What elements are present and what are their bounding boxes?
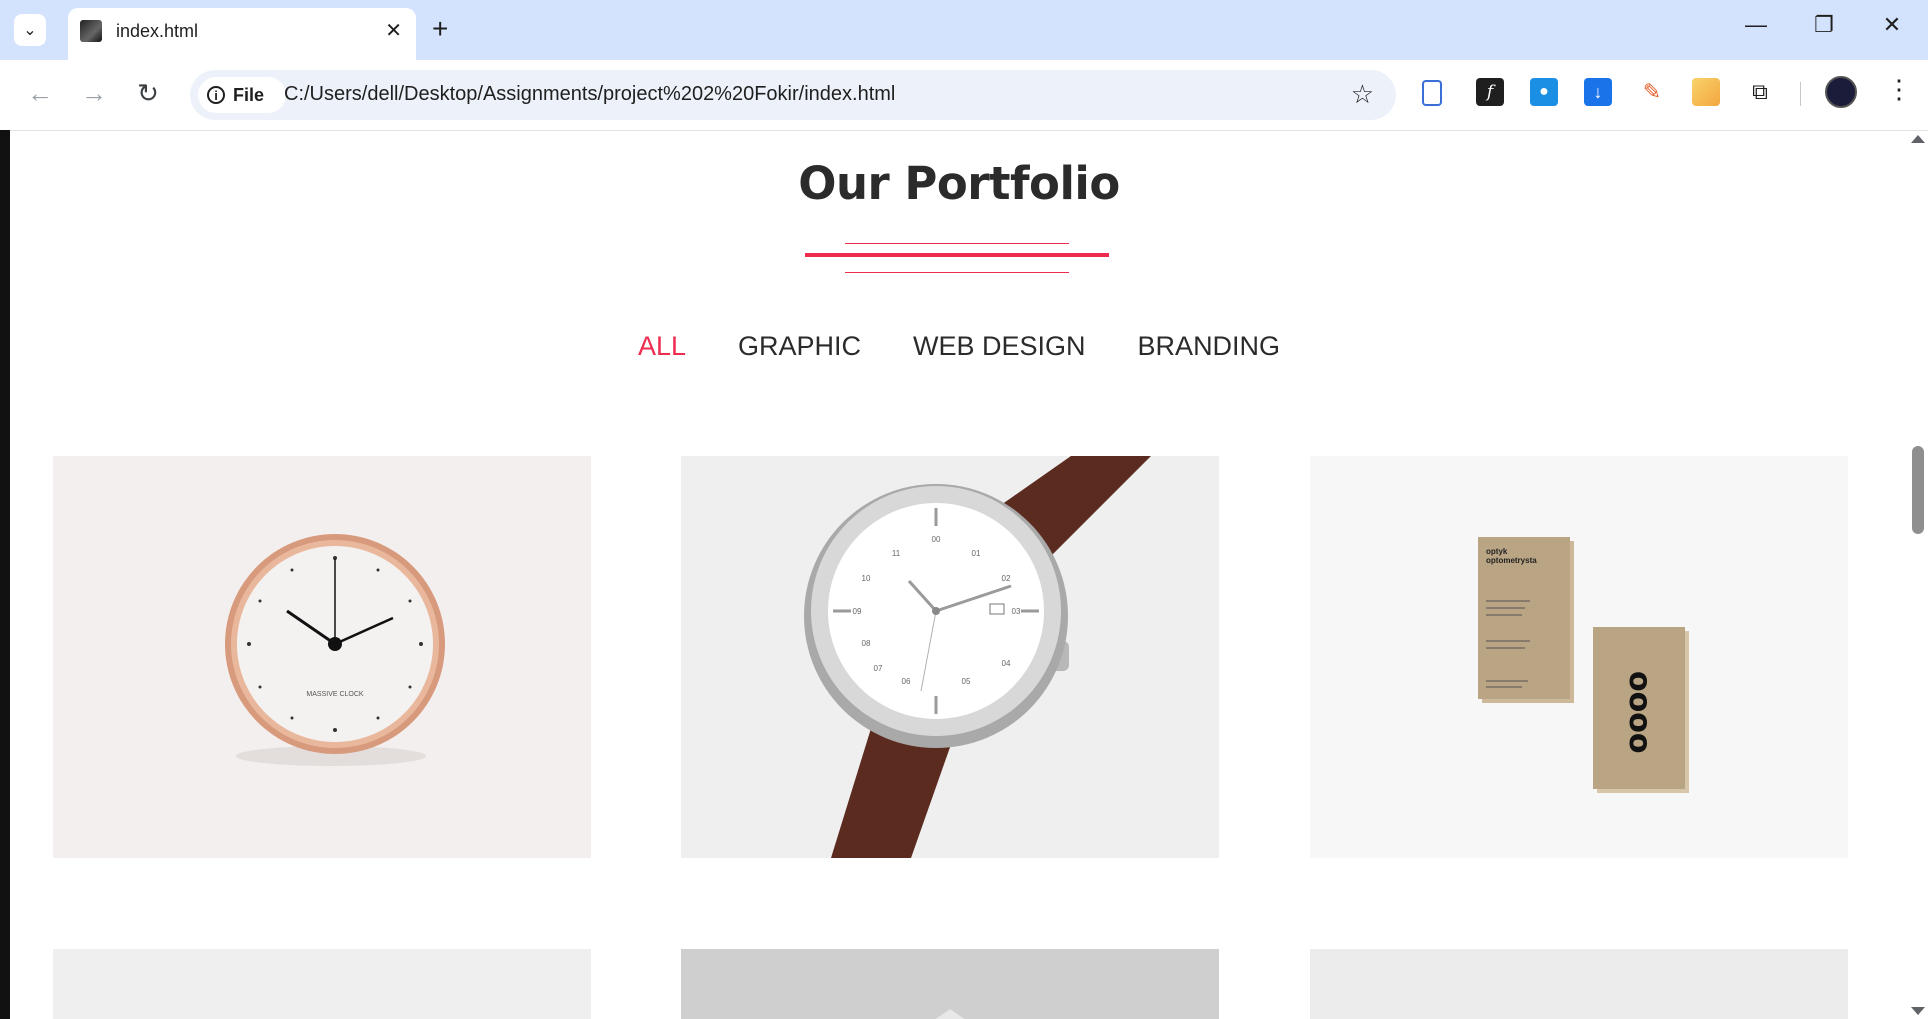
window-edge [0,130,10,1019]
portfolio-item[interactable]: 11 00 01 10 02 09 03 08 04 07 06 05 [681,456,1219,858]
extension-font-icon[interactable]: f [1476,78,1504,106]
extension-highlighter-icon[interactable] [1692,78,1720,106]
watch-number: 07 [874,664,883,673]
filter-branding[interactable]: BRANDING [1138,331,1281,362]
browser-tab-strip: ⌄ index.html ✕ + — ❐ ✕ [0,0,1928,60]
tab-search-chevron-icon[interactable]: ⌄ [14,14,46,46]
tab-title: index.html [116,21,199,41]
scroll-up-arrow-icon[interactable] [1911,135,1925,143]
minimize-icon[interactable]: — [1736,12,1776,38]
portfolio-image [935,1009,965,1019]
title-divider-bottom [845,272,1069,273]
portfolio-item[interactable] [681,949,1219,1019]
portfolio-item[interactable]: MASSIVE CLOCK [53,456,591,858]
filter-graphic[interactable]: GRAPHIC [738,331,861,362]
bookmark-star-icon[interactable]: ☆ [1351,79,1374,110]
watch-number: 03 [1012,607,1021,616]
close-tab-icon[interactable]: ✕ [385,18,402,43]
page-viewport: Our Portfolio ALL GRAPHIC WEB DESIGN BRA… [10,131,1908,1019]
extension-drop-icon[interactable]: ● [1530,78,1558,106]
section-title: Our Portfolio [798,157,1120,210]
card-logo: oooo [1622,671,1657,753]
watch-number: 08 [862,639,871,648]
address-bar[interactable]: i File C:/Users/dell/Desktop/Assignments… [190,70,1396,120]
portfolio-filters: ALL GRAPHIC WEB DESIGN BRANDING [10,331,1908,362]
watch-number: 00 [932,535,941,544]
watch-number: 10 [862,574,871,583]
extension-download-icon[interactable]: ↓ [1584,78,1612,106]
portfolio-item[interactable] [1310,949,1848,1019]
scroll-down-arrow-icon[interactable] [1911,1007,1925,1015]
url-text[interactable]: C:/Users/dell/Desktop/Assignments/projec… [284,83,895,106]
portfolio-item[interactable] [53,949,591,1019]
more-menu-icon[interactable]: ⋮ [1886,74,1912,105]
site-chip-label: File [233,84,265,105]
filter-all[interactable]: ALL [638,331,686,362]
site-info-chip[interactable]: i File [198,77,286,113]
favicon-icon [80,20,102,42]
page-scrollbar[interactable] [1908,131,1928,1019]
scroll-thumb[interactable] [1912,446,1924,534]
business-cards-image: optyk optometrysta oooo [1478,537,1689,793]
toolbar-separator [1800,82,1801,106]
watch-number: 01 [972,549,981,558]
close-window-icon[interactable]: ✕ [1872,12,1912,38]
browser-toolbar: ← → ↻ i File C:/Users/dell/Desktop/Assig… [0,60,1928,131]
watch-number: 05 [962,677,971,686]
profile-avatar[interactable] [1825,76,1857,108]
watch-number: 02 [1002,574,1011,583]
watch-number: 04 [1002,659,1011,668]
watch-number: 11 [892,549,901,558]
title-divider-top [845,243,1069,244]
watch-number: 09 [853,607,862,616]
extensions-puzzle-icon[interactable]: ⧉ [1746,78,1774,106]
wristwatch-image: 11 00 01 10 02 09 03 08 04 07 06 05 [804,456,1151,858]
watch-number: 06 [902,677,911,686]
title-divider-main [805,253,1109,257]
new-tab-button[interactable]: + [432,14,448,44]
wall-clock-image: MASSIVE CLOCK [225,534,445,766]
clock-brand-text: MASSIVE CLOCK [306,691,364,698]
back-arrow-icon[interactable]: ← [22,78,58,109]
info-icon: i [207,86,225,104]
forward-arrow-icon[interactable]: → [76,78,112,109]
reload-icon[interactable]: ↻ [130,78,166,109]
extension-color-picker-icon[interactable]: ✎ [1638,78,1666,106]
portfolio-item[interactable]: optyk optometrysta oooo [1310,456,1848,858]
browser-tab[interactable]: index.html ✕ [68,8,416,60]
extension-clipboard-icon[interactable] [1422,80,1442,106]
restore-icon[interactable]: ❐ [1804,12,1844,38]
filter-web-design[interactable]: WEB DESIGN [913,331,1086,362]
